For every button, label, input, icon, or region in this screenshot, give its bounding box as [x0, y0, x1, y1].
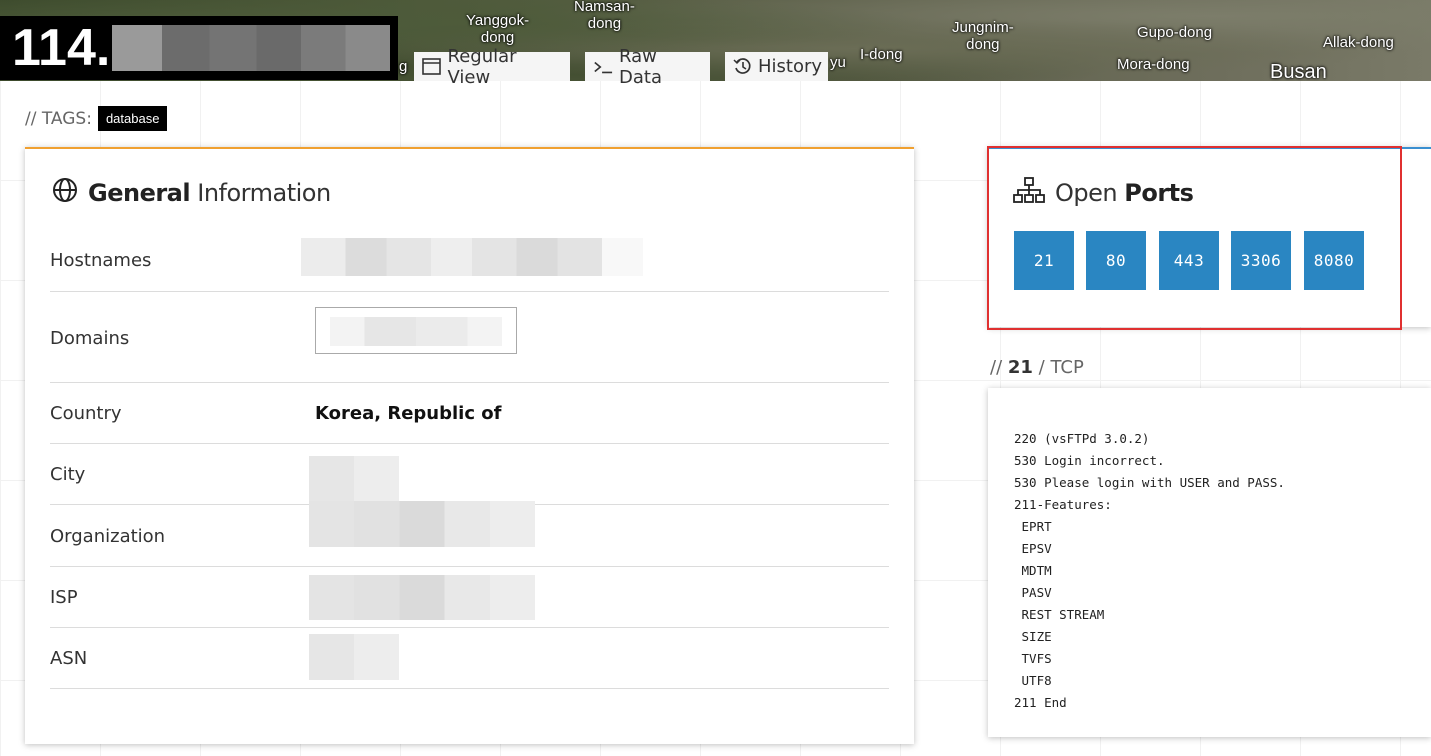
open-ports-card: Open Ports 21 80 443 3306 8080	[988, 147, 1431, 327]
port-button-80[interactable]: 80	[1086, 231, 1146, 290]
port-button-8080[interactable]: 8080	[1304, 231, 1364, 290]
map-label: yu	[830, 54, 846, 71]
info-label: Organization	[50, 526, 166, 547]
info-label: City	[50, 464, 86, 485]
tab-label: History	[758, 56, 823, 77]
general-information-card: General Information Hostnames Domains Co…	[25, 147, 914, 744]
tab-label: Regular View	[447, 45, 517, 88]
redacted-value	[301, 238, 643, 276]
title-light: Information	[197, 179, 331, 207]
redacted-value	[309, 575, 535, 620]
info-row-hostnames: Hostnames	[50, 226, 889, 292]
service-heading: // 21 / TCP	[990, 357, 1084, 378]
service-banner-card: 220 (vsFTPd 3.0.2) 530 Login incorrect. …	[988, 388, 1431, 737]
window-icon	[422, 57, 442, 77]
info-row-organization: Organization	[50, 501, 889, 567]
map-label: Jungnim- dong	[952, 19, 1014, 53]
network-icon	[1013, 177, 1045, 209]
map-label: I-dong	[860, 46, 903, 63]
redacted-value	[309, 456, 399, 502]
title-bold: General	[88, 179, 191, 207]
terminal-icon	[593, 57, 613, 77]
map-label: Allak-dong	[1323, 34, 1394, 51]
title-bold: Ports	[1124, 179, 1194, 207]
info-row-domains: Domains	[50, 292, 889, 383]
card-title: Open Ports	[1013, 177, 1194, 209]
tab-raw-data[interactable]: Raw Data	[585, 46, 710, 88]
info-label: Hostnames	[50, 250, 152, 271]
service-banner-text: 220 (vsFTPd 3.0.2) 530 Login incorrect. …	[1014, 431, 1285, 710]
info-label: ASN	[50, 648, 88, 669]
domain-link-box[interactable]	[315, 307, 517, 354]
globe-icon	[52, 177, 78, 209]
service-protocol: / TCP	[1038, 357, 1084, 378]
redacted-value	[309, 501, 535, 547]
map-label: g	[399, 58, 408, 75]
info-row-city: City	[50, 444, 889, 505]
tab-history[interactable]: History	[725, 52, 828, 81]
ip-address-title: 114.	[0, 16, 398, 80]
card-title: General Information	[52, 177, 331, 209]
tag-badge[interactable]: database	[97, 106, 168, 131]
map-label: Mora-dong	[1117, 56, 1190, 73]
history-icon	[733, 57, 752, 77]
redacted-value	[309, 634, 399, 680]
ip-prefix: 114.	[12, 19, 111, 77]
map-label: Gupo-dong	[1137, 24, 1213, 41]
map-label: Busan	[1270, 61, 1327, 81]
redacted-ip-block	[112, 25, 391, 71]
info-label: Domains	[50, 328, 130, 349]
tags-label: // TAGS:	[25, 108, 92, 129]
port-button-443[interactable]: 443	[1159, 231, 1219, 290]
port-button-3306[interactable]: 3306	[1231, 231, 1291, 290]
heading-slashes: //	[990, 357, 1003, 378]
tags-row: // TAGS: database	[25, 106, 168, 131]
country-value: Korea, Republic of	[315, 403, 502, 424]
title-light: Open	[1055, 179, 1118, 207]
info-row-isp: ISP	[50, 567, 889, 628]
tab-label: Raw Data	[619, 45, 662, 88]
info-row-asn: ASN	[50, 628, 889, 689]
info-label: ISP	[50, 587, 78, 608]
tab-regular-view[interactable]: Regular View	[414, 46, 570, 88]
info-label: Country	[50, 403, 122, 424]
map-label: Yanggok- dong	[466, 12, 530, 46]
service-port-number: 21	[1007, 357, 1033, 378]
map-label: Namsan- dong	[574, 0, 635, 32]
info-row-country: Country Korea, Republic of	[50, 383, 889, 444]
port-button-21[interactable]: 21	[1014, 231, 1074, 290]
